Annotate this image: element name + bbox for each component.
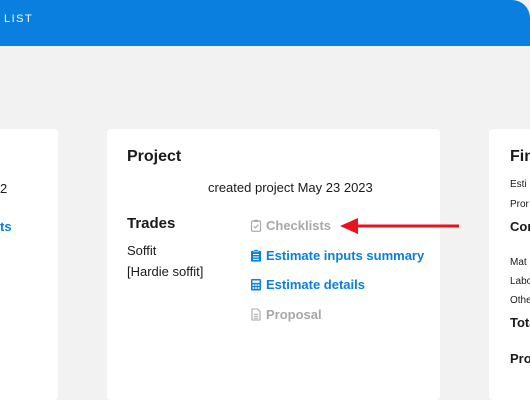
top-bar: LIST	[0, 0, 530, 46]
trade-product: [Hardie soffit]	[127, 264, 204, 279]
estimate-inputs-summary-label: Estimate inputs summary	[266, 248, 425, 263]
financial-row-heading: Pro	[510, 351, 530, 366]
estimate-details-link[interactable]: Estimate details	[250, 277, 365, 292]
clipboard-list-icon	[250, 249, 262, 262]
calculator-icon	[250, 278, 262, 291]
financial-row: Pror	[510, 199, 529, 210]
left-card-value: 2	[0, 181, 8, 196]
annotation-arrow	[340, 218, 459, 234]
estimate-details-label: Estimate details	[266, 277, 365, 292]
trade-name: Soffit	[127, 243, 157, 258]
breadcrumb[interactable]: LIST	[4, 13, 33, 25]
project-card: Project created project May 23 2023 Trad…	[107, 129, 440, 400]
proposal-link[interactable]: Proposal	[250, 307, 322, 322]
left-card-link[interactable]: ts	[0, 219, 12, 234]
proposal-label: Proposal	[266, 307, 322, 322]
financial-card: Fin Esti Pror Cor Mat Labo Othe Tota Pro	[489, 129, 530, 400]
estimate-inputs-summary-link[interactable]: Estimate inputs summary	[250, 248, 424, 263]
financial-row: Mat	[510, 257, 527, 268]
left-card: 2 ts	[0, 129, 58, 400]
project-title: Project	[127, 148, 182, 165]
financial-row: Labo	[510, 276, 530, 287]
financial-card-title: Fin	[510, 148, 530, 165]
financial-row-total: Tota	[510, 315, 530, 330]
financial-row-heading: Cor	[510, 219, 530, 234]
financial-row: Esti	[510, 179, 527, 190]
clipboard-check-icon	[250, 219, 262, 232]
project-created-date: created project May 23 2023	[208, 180, 373, 195]
document-icon	[250, 308, 262, 321]
trades-heading: Trades	[127, 215, 176, 232]
financial-row: Othe	[510, 295, 530, 306]
checklists-label: Checklists	[266, 218, 332, 233]
checklists-link[interactable]: Checklists	[250, 218, 331, 233]
